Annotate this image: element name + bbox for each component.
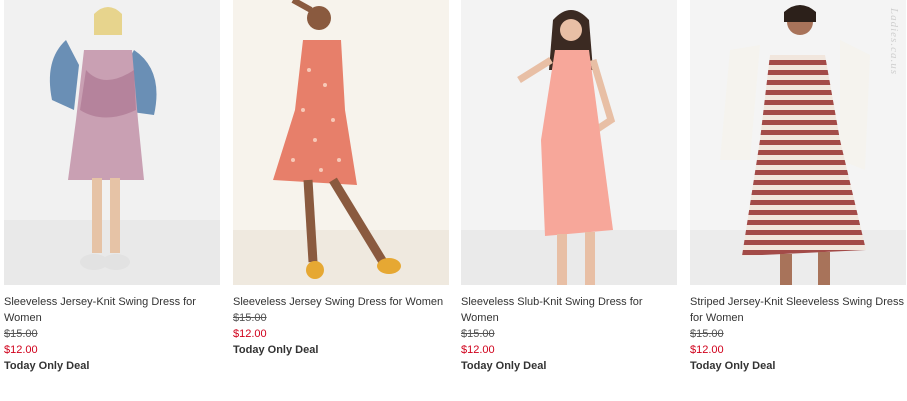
product-card[interactable]: Sleeveless Jersey Swing Dress for Women … (233, 0, 449, 380)
deal-badge: Today Only Deal (461, 360, 547, 372)
deal-badge: Today Only Deal (233, 344, 319, 356)
sale-price: $12.00 (461, 344, 495, 356)
watermark: Ladies.ca.us (888, 8, 900, 75)
original-price: $15.00 (233, 312, 267, 324)
product-grid: Sleeveless Jersey-Knit Swing Dress for W… (0, 0, 907, 401)
product-image[interactable] (4, 0, 220, 285)
original-price: $15.00 (461, 328, 495, 340)
sale-price: $12.00 (4, 344, 38, 356)
product-image[interactable]: Ladies.ca.us (690, 0, 906, 285)
deal-badge: Today Only Deal (4, 360, 90, 372)
product-title[interactable]: Sleeveless Jersey-Knit Swing Dress for W… (4, 294, 220, 326)
original-price: $15.00 (690, 328, 724, 340)
deal-badge: Today Only Deal (690, 360, 776, 372)
sale-price: $12.00 (233, 328, 267, 340)
product-image[interactable] (233, 0, 449, 285)
product-title[interactable]: Striped Jersey-Knit Sleeveless Swing Dre… (690, 294, 906, 326)
product-title[interactable]: Sleeveless Slub-Knit Swing Dress for Wom… (461, 294, 677, 326)
original-price: $15.00 (4, 328, 38, 340)
product-card[interactable]: Sleeveless Jersey-Knit Swing Dress for W… (4, 0, 220, 380)
product-card[interactable]: Sleeveless Slub-Knit Swing Dress for Wom… (461, 0, 677, 380)
product-card[interactable]: Ladies.ca.us Striped Jersey-Knit Sleevel… (690, 0, 906, 380)
product-image[interactable] (461, 0, 677, 285)
sale-price: $12.00 (690, 344, 724, 356)
product-title[interactable]: Sleeveless Jersey Swing Dress for Women (233, 294, 449, 310)
